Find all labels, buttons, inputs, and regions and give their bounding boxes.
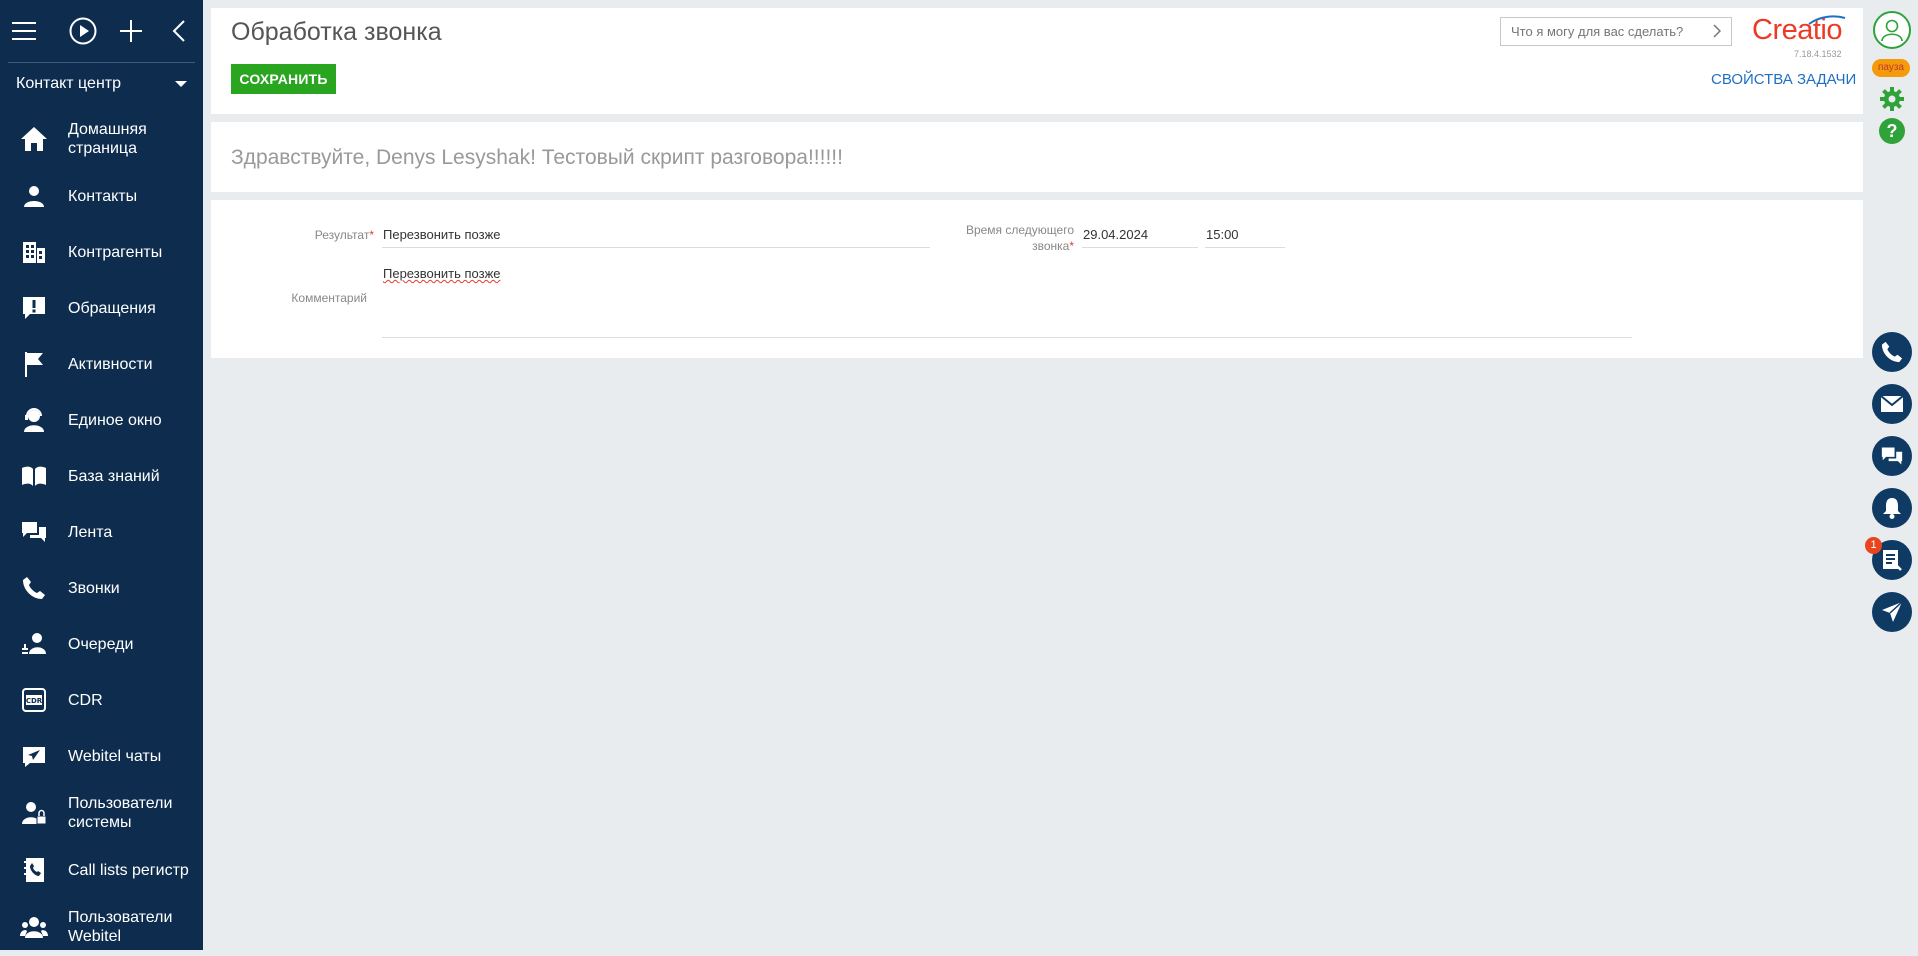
phone-icon xyxy=(1881,341,1903,363)
task-list-icon xyxy=(1883,550,1902,571)
building-icon xyxy=(20,238,48,266)
task-properties-link[interactable]: СВОЙСТВА ЗАДАЧИ xyxy=(1711,71,1856,88)
cdr-icon: CDR xyxy=(20,686,48,714)
envelope-icon xyxy=(1881,396,1903,412)
home-icon xyxy=(20,125,48,153)
sidebar-item-cdr[interactable]: CDR CDR xyxy=(0,672,203,728)
workplace-selector[interactable]: Контакт центр xyxy=(0,64,203,104)
comment-field-underline xyxy=(382,337,1632,338)
sidebar-item-label: Пользователи Webitel xyxy=(68,909,173,945)
help-icon[interactable]: ? xyxy=(1879,118,1905,144)
result-field-underline xyxy=(382,247,930,248)
sidebar-item-cases[interactable]: Обращения xyxy=(0,280,203,336)
queue-person-icon xyxy=(20,630,48,658)
bell-icon xyxy=(1883,498,1901,519)
sidebar-item-calls[interactable]: Звонки xyxy=(0,560,203,616)
result-label: Результат* xyxy=(314,228,374,242)
workplace-label: Контакт центр xyxy=(16,75,121,92)
sidebar-item-label: Лента xyxy=(68,523,113,541)
notification-count-badge: 1 xyxy=(1865,537,1882,554)
script-greeting: Здравствуйте, Denys Lesyshak! Тестовый с… xyxy=(231,146,843,169)
result-field[interactable]: Перезвонить позже xyxy=(383,227,501,242)
rail-notifications-button[interactable] xyxy=(1872,488,1912,528)
sidebar-item-label: Обращения xyxy=(68,299,156,317)
rail-phone-button[interactable] xyxy=(1872,332,1912,372)
sidebar-item-single-window[interactable]: Единое окно xyxy=(0,392,203,448)
user-lock-icon xyxy=(20,799,48,827)
exclamation-chat-icon xyxy=(20,294,48,322)
play-icon[interactable] xyxy=(60,0,108,62)
collapse-chevron-icon[interactable] xyxy=(155,0,203,62)
chat-bubbles-icon xyxy=(1881,447,1903,465)
pause-badge[interactable]: пауза xyxy=(1872,59,1910,77)
users-group-icon xyxy=(20,913,48,941)
paper-plane-icon xyxy=(1882,601,1903,622)
next-call-date-field[interactable]: 29.04.2024 xyxy=(1083,227,1148,242)
sidebar-item-home[interactable]: Домашняя страница xyxy=(0,110,203,168)
comment-textarea[interactable]: Перезвонить позже xyxy=(383,266,501,281)
person-icon xyxy=(20,182,48,210)
phone-book-icon xyxy=(20,856,48,884)
chat-bubbles-icon xyxy=(20,518,48,546)
page-title: Обработка звонка xyxy=(231,18,442,46)
svg-text:CDR: CDR xyxy=(26,697,43,705)
chevron-right-icon[interactable] xyxy=(1713,24,1721,38)
book-icon xyxy=(20,462,48,490)
next-call-time-field[interactable]: 15:00 xyxy=(1206,227,1239,242)
sidebar-item-label: Пользователи системы xyxy=(68,795,173,831)
rail-chat-button[interactable] xyxy=(1872,436,1912,476)
sidebar-item-webitel-users[interactable]: Пользователи Webitel xyxy=(0,898,203,956)
add-icon[interactable] xyxy=(107,0,155,62)
rail-email-button[interactable] xyxy=(1872,384,1912,424)
sidebar-item-label: Контакты xyxy=(68,187,138,205)
phone-icon xyxy=(20,574,48,602)
command-line[interactable] xyxy=(1500,17,1732,46)
caret-down-icon xyxy=(175,80,187,87)
sidebar-item-label: Единое окно xyxy=(68,411,162,429)
gear-icon[interactable] xyxy=(1879,86,1905,112)
sidebar-item-system-users[interactable]: Пользователи системы xyxy=(0,784,203,842)
sidebar-item-label: Звонки xyxy=(68,579,120,597)
paper-plane-icon xyxy=(20,742,48,770)
sidebar-item-label: CDR xyxy=(68,691,103,709)
sidebar-item-label: Очереди xyxy=(68,635,134,653)
sidebar-item-label: База знаний xyxy=(68,467,160,485)
sidebar-item-label: Контрагенты xyxy=(68,243,163,261)
sidebar-item-webitel-chats[interactable]: Webitel чаты xyxy=(0,728,203,784)
sidebar-item-knowledge-base[interactable]: База знаний xyxy=(0,448,203,504)
sidebar-item-queues[interactable]: Очереди xyxy=(0,616,203,672)
time-field-underline xyxy=(1205,247,1285,248)
comment-label: Комментарий xyxy=(291,291,367,305)
sidebar: Контакт центр Домашняя страница Контакты… xyxy=(0,0,203,950)
sidebar-item-label: Webitel чаты xyxy=(68,747,162,765)
sidebar-divider xyxy=(8,62,195,63)
flag-icon xyxy=(20,350,48,378)
sidebar-item-accounts[interactable]: Контрагенты xyxy=(0,224,203,280)
sidebar-item-call-lists[interactable]: Call lists регистр xyxy=(0,842,203,898)
sidebar-item-label: Домашняя страница xyxy=(68,121,147,157)
rail-send-button[interactable] xyxy=(1872,592,1912,632)
sidebar-item-feed[interactable]: Лента xyxy=(0,504,203,560)
search-input[interactable] xyxy=(1511,24,1701,39)
sidebar-item-activities[interactable]: Активности xyxy=(0,336,203,392)
logo-swoosh-icon xyxy=(1808,15,1846,25)
user-avatar-icon xyxy=(1881,19,1903,42)
sidebar-item-label: Активности xyxy=(68,355,153,373)
headset-person-icon xyxy=(20,406,48,434)
date-field-underline xyxy=(1082,247,1198,248)
right-rail: пауза ? 1 xyxy=(1864,0,1918,950)
menu-icon[interactable] xyxy=(12,0,40,62)
sidebar-item-contacts[interactable]: Контакты xyxy=(0,168,203,224)
version-label: 7.18.4.1532 xyxy=(1794,49,1842,59)
sidebar-toolbar xyxy=(0,0,203,63)
save-button[interactable]: СОХРАНИТЬ xyxy=(231,64,336,94)
profile-avatar[interactable] xyxy=(1873,11,1911,49)
sidebar-item-label: Call lists регистр xyxy=(68,861,189,879)
next-call-label: Время следующего звонка* xyxy=(965,223,1074,253)
